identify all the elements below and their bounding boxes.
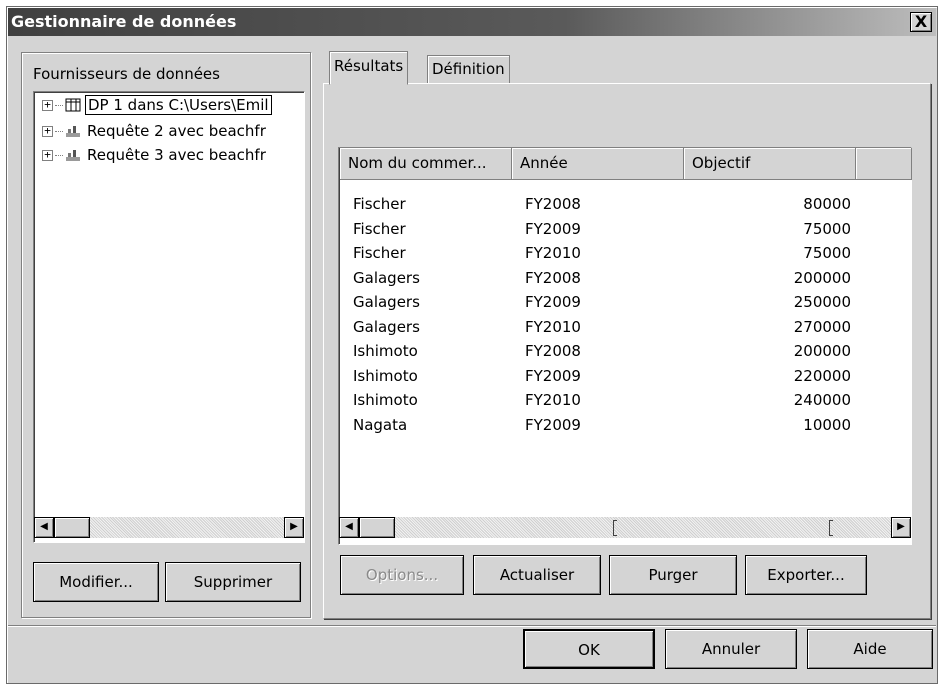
ok-button[interactable]: OK: [523, 629, 655, 669]
providers-horizontal-scrollbar[interactable]: ◀ ▶: [34, 517, 304, 538]
table-icon: [65, 98, 81, 112]
help-button[interactable]: Aide: [807, 629, 933, 669]
cell-year: FY2009: [525, 415, 581, 434]
export-button[interactable]: Exporter...: [745, 555, 867, 595]
cell-name: Galagers: [353, 268, 420, 287]
cell-name: Nagata: [353, 415, 408, 434]
refresh-button[interactable]: Actualiser: [473, 555, 601, 595]
tab-definition[interactable]: Définition: [427, 55, 510, 83]
scroll-thumb[interactable]: [54, 517, 90, 538]
cancel-button[interactable]: Annuler: [665, 629, 797, 669]
delete-button[interactable]: Supprimer: [165, 562, 301, 602]
cell-name: Ishimoto: [353, 366, 418, 385]
table-row[interactable]: Fischer FY2009 75000: [345, 217, 905, 241]
cell-target: 200000: [793, 342, 851, 360]
arrow-right-icon: ▶: [290, 521, 298, 532]
results-grid[interactable]: Nom du commer... Année Objectif Fischer F…: [338, 147, 912, 545]
close-button[interactable]: X: [910, 12, 932, 32]
table-row[interactable]: Nagata FY2009 10000: [345, 413, 905, 437]
purge-button[interactable]: Purger: [609, 555, 737, 595]
cell-year: FY2009: [525, 366, 581, 385]
title-bar: Gestionnaire de données X: [8, 8, 936, 36]
table-row[interactable]: Fischer FY2010 75000: [345, 241, 905, 265]
expand-icon[interactable]: +: [42, 149, 53, 161]
tree-item[interactable]: + DP 1 dans C:\Users\Emil: [42, 94, 272, 116]
column-header-empty: [856, 148, 912, 180]
table-row[interactable]: Galagers FY2008 200000: [345, 266, 905, 290]
cell-target: 10000: [803, 415, 851, 434]
tab-results[interactable]: Résultats: [329, 51, 409, 85]
scroll-left-button[interactable]: ◀: [34, 517, 54, 538]
results-horizontal-scrollbar[interactable]: ◀ ▶: [339, 517, 911, 538]
tree-item[interactable]: + Requête 3 avec beachfr: [42, 144, 268, 166]
scroll-left-button[interactable]: ◀: [339, 517, 359, 538]
column-divider-mark: [613, 520, 617, 536]
window-title: Gestionnaire de données: [11, 12, 237, 31]
cell-year: FY2009: [525, 219, 581, 238]
cell-name: Fischer: [353, 195, 406, 213]
cell-year: FY2010: [525, 244, 581, 262]
scroll-thumb[interactable]: [359, 517, 395, 538]
query-icon: [65, 148, 81, 162]
column-divider-mark: [829, 520, 833, 536]
cell-name: Fischer: [353, 244, 406, 262]
cell-name: Galagers: [353, 317, 420, 336]
table-row[interactable]: Ishimoto FY2009 220000: [345, 364, 905, 388]
table-row[interactable]: Fischer FY2008 80000: [345, 192, 905, 216]
table-row[interactable]: Ishimoto FY2008 200000: [345, 339, 905, 363]
tree-item-label: Requête 3 avec beachfr: [87, 146, 266, 164]
cell-year: FY2010: [525, 391, 581, 409]
expand-icon[interactable]: +: [42, 99, 53, 111]
cell-target: 75000: [803, 244, 851, 262]
cell-target: 250000: [793, 293, 851, 311]
footer-separator: [8, 625, 936, 627]
modify-button[interactable]: Modifier...: [33, 562, 159, 602]
column-header-year[interactable]: Année: [512, 148, 684, 180]
arrow-left-icon: ◀: [40, 521, 48, 532]
cell-year: FY2008: [525, 342, 581, 360]
arrow-left-icon: ◀: [345, 521, 353, 532]
cell-target: 240000: [793, 391, 851, 409]
tree-item[interactable]: + Requête 2 avec beachfr: [42, 120, 268, 142]
providers-label: Fournisseurs de données: [33, 65, 220, 83]
scroll-right-button[interactable]: ▶: [284, 517, 304, 538]
cell-year: FY2008: [525, 195, 581, 213]
table-row[interactable]: Ishimoto FY2010 240000: [345, 388, 905, 412]
query-icon: [65, 124, 81, 138]
cell-target: 80000: [803, 195, 851, 213]
cell-target: 220000: [793, 366, 851, 385]
table-row[interactable]: Galagers FY2010 270000: [345, 315, 905, 339]
cell-target: 270000: [793, 317, 851, 336]
cell-name: Galagers: [353, 293, 420, 311]
arrow-right-icon: ▶: [897, 521, 905, 532]
column-header-target[interactable]: Objectif: [684, 148, 856, 180]
cell-name: Fischer: [353, 219, 406, 238]
column-header-name[interactable]: Nom du commer...: [340, 148, 512, 180]
cell-year: FY2008: [525, 268, 581, 287]
tree-item-label: DP 1 dans C:\Users\Emil: [85, 95, 272, 115]
scroll-right-button[interactable]: ▶: [891, 517, 911, 538]
table-row[interactable]: Galagers FY2009 250000: [345, 290, 905, 314]
cell-name: Ishimoto: [353, 391, 418, 409]
cell-target: 75000: [803, 219, 851, 238]
cell-year: FY2010: [525, 317, 581, 336]
expand-icon[interactable]: +: [42, 125, 53, 137]
cell-year: FY2009: [525, 293, 581, 311]
cell-name: Ishimoto: [353, 342, 418, 360]
providers-tree[interactable]: + DP 1 dans C:\Users\Emil + Requête 2 av…: [33, 91, 305, 543]
close-icon: X: [914, 12, 928, 31]
options-button[interactable]: Options...: [340, 555, 464, 595]
tree-item-label: Requête 2 avec beachfr: [87, 122, 266, 140]
data-manager-dialog: Gestionnaire de données X Fournisseurs d…: [6, 6, 938, 684]
cell-target: 200000: [793, 268, 851, 287]
